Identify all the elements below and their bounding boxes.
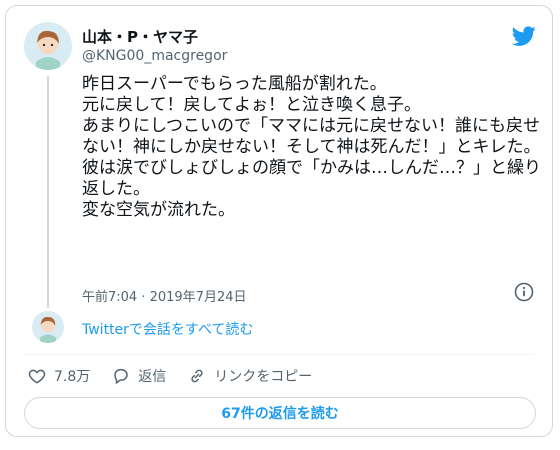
reply-icon	[114, 368, 129, 385]
read-replies-button[interactable]: 67件の返信を読む	[24, 397, 536, 429]
action-bar: 7.8万 返信 リンクをコピー	[28, 366, 334, 386]
copy-link-button[interactable]: リンクをコピー	[188, 366, 312, 386]
copy-link-label: リンクをコピー	[214, 369, 313, 385]
divider	[24, 354, 534, 355]
user-handle[interactable]: @KNG00_macgregor	[82, 48, 227, 64]
reply-label: 返信	[138, 369, 167, 385]
info-icon[interactable]	[514, 282, 534, 302]
read-conversation-link[interactable]: Twitterで会話をすべて読む	[82, 319, 253, 339]
like-count: 7.8万	[54, 369, 91, 385]
twitter-bird-icon[interactable]	[512, 24, 536, 48]
tweet-text: 昨日スーパーでもらった風船が割れた。 元に戻して！戻してよぉ！と泣き喚く息子。 …	[82, 74, 541, 220]
heart-icon	[28, 369, 46, 384]
tweet-timestamp[interactable]: 午前7:04 · 2019年7月24日	[82, 286, 247, 305]
link-icon	[191, 369, 203, 383]
like-button[interactable]: 7.8万	[28, 366, 90, 386]
tweet-card: 山本・P・ヤマ子 @KNG00_macgregor 昨日スーパーでもらった風船が…	[5, 5, 553, 437]
thread-avatar[interactable]	[32, 311, 64, 343]
display-name[interactable]: 山本・P・ヤマ子	[82, 26, 198, 47]
reply-button[interactable]: 返信	[112, 366, 166, 386]
thread-line	[47, 76, 49, 308]
avatar[interactable]	[24, 22, 72, 70]
